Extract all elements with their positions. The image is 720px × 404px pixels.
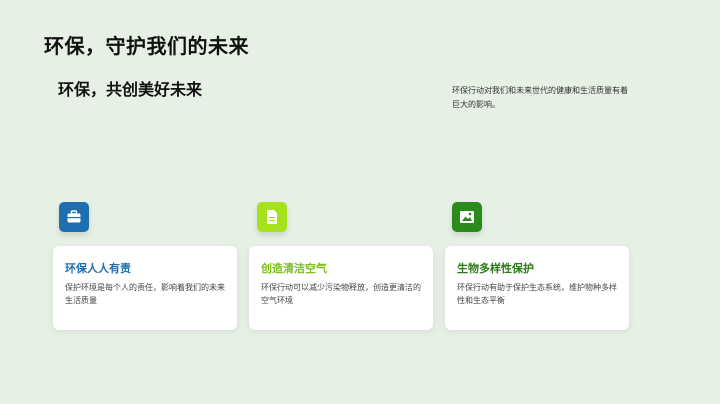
image-icon (460, 211, 474, 223)
briefcase-icon (67, 210, 81, 223)
card-text: 环保行动可以减少污染物释放，创造更清洁的空气环境 (261, 283, 421, 305)
card-biodiversity: 生物多样性保护 环保行动有助于保护生态系统，维护物种多样性和生态平衡 (445, 246, 629, 330)
card-title: 环保人人有责 (65, 262, 131, 275)
document-icon-tile (257, 202, 287, 232)
briefcase-icon-tile (59, 202, 89, 232)
card-text: 保护环境是每个人的责任，影响着我们的未来生活质量 (65, 283, 225, 305)
card-title: 生物多样性保护 (457, 262, 534, 275)
image-icon-tile (452, 202, 482, 232)
intro-text: 环保行动对我们和未来世代的健康和生活质量有着巨大的影响。 (452, 86, 628, 109)
slide-subtitle: 环保，共创美好未来 (58, 80, 203, 99)
slide-title: 环保，守护我们的未来 (44, 34, 249, 58)
document-icon (267, 210, 277, 224)
card-clean-air: 创造清洁空气 环保行动可以减少污染物释放，创造更清洁的空气环境 (249, 246, 433, 330)
card-text: 环保行动有助于保护生态系统，维护物种多样性和生态平衡 (457, 283, 617, 305)
card-title: 创造清洁空气 (261, 262, 327, 275)
card-responsibility: 环保人人有责 保护环境是每个人的责任，影响着我们的未来生活质量 (53, 246, 237, 330)
